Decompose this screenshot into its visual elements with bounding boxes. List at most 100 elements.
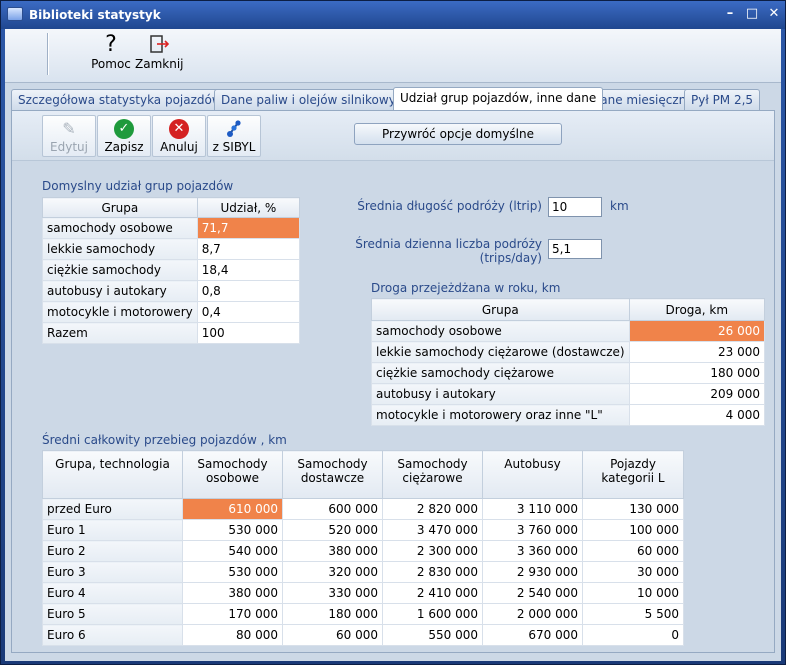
column-header: Pojazdy kategorii L [582,450,684,499]
mileage-cell[interactable]: 180 000 [282,603,383,625]
tab-vehicle-stats[interactable]: Szczegółowa statystyka pojazdów [11,89,229,110]
table-row[interactable]: samochody osobowe 26 000 [371,320,766,342]
close-icon[interactable]: ✕ [765,6,783,22]
mileage-cell[interactable]: 2 540 000 [482,582,583,604]
client-area: ? Pomoc Zamknij Szczegółowa statystyka p… [5,29,781,661]
table-row[interactable]: ciężkie samochody 18,4 [42,259,301,281]
trip-length-input[interactable]: 10 [548,197,602,217]
table-row[interactable]: przed Euro 610 000 600 000 2 820 000 3 1… [42,498,684,520]
mileage-cell[interactable]: 100 000 [582,519,684,541]
table-row[interactable]: samochody osobowe 71,7 [42,217,301,239]
mileage-cell[interactable]: 2 000 000 [482,603,583,625]
mileage-cell[interactable]: 2 300 000 [382,540,483,562]
tab-pm25[interactable]: Pył PM 2,5 [684,89,761,110]
mileage-cell[interactable]: 1 600 000 [382,603,483,625]
mileage-cell[interactable]: 10 000 [582,582,684,604]
mileage-cell[interactable]: 30 000 [582,561,684,583]
table-row[interactable]: Euro 2 540 000 380 000 2 300 000 3 360 0… [42,540,684,562]
distance-cell[interactable]: 4 000 [628,404,766,426]
share-cell[interactable]: 0,8 [196,280,301,302]
mileage-cell[interactable]: 540 000 [182,540,283,562]
table-row[interactable]: motocykle i motorowery 0,4 [42,301,301,323]
table-row[interactable]: Euro 4 380 000 330 000 2 410 000 2 540 0… [42,582,684,604]
mileage-cell[interactable]: 3 110 000 [482,498,583,520]
mileage-cell[interactable]: 670 000 [482,624,583,646]
mileage-cell[interactable]: 610 000 [182,498,283,520]
mileage-cell[interactable]: 0 [582,624,684,646]
row-label: Euro 3 [42,561,183,583]
table-row[interactable]: Euro 1 530 000 520 000 3 470 000 3 760 0… [42,519,684,541]
reset-defaults-button[interactable]: Przywróć opcje domyślne [354,123,562,145]
table-row[interactable]: motocykle i motorowery oraz inne "L" 4 00… [371,404,766,426]
cancel-button[interactable]: ✕ Anuluj [152,115,206,157]
mileage-cell[interactable]: 130 000 [582,498,684,520]
mileage-cell[interactable]: 380 000 [182,582,283,604]
pencil-icon: ✎ [62,119,76,138]
tab-vehicle-groups[interactable]: Udział grup pojazdów, inne dane [393,87,604,110]
mileage-cell[interactable]: 60 000 [282,624,383,646]
mileage-cell[interactable]: 170 000 [182,603,283,625]
mileage-cell[interactable]: 3 360 000 [482,540,583,562]
sibyl-button[interactable]: z SIBYL [207,115,261,157]
column-header: Samochody dostawcze [282,450,383,499]
row-label: Euro 5 [42,603,183,625]
trip-count-input[interactable]: 5,1 [548,239,602,259]
help-label: Pomoc [91,57,131,71]
close-button[interactable]: Zamknij [135,33,184,71]
distance-cell[interactable]: 26 000 [628,320,766,342]
mileage-cell[interactable]: 2 830 000 [382,561,483,583]
table-row[interactable]: autobusy i autokary 209 000 [371,383,766,405]
mileage-cell[interactable]: 520 000 [282,519,383,541]
table-row[interactable]: lekkie samochody 8,7 [42,238,301,260]
maximize-icon[interactable]: □ [743,6,761,22]
action-bar: ✎ Edytuj ✓ Zapisz ✕ Anuluj z SIBYL Przyw… [12,111,774,161]
mileage-cell[interactable]: 330 000 [282,582,383,604]
distance-section-title: Droga przejeżdżana w roku, km [371,281,561,295]
mileage-cell[interactable]: 2 930 000 [482,561,583,583]
mileage-cell[interactable]: 530 000 [182,561,283,583]
edit-label: Edytuj [50,140,88,154]
main-toolbar: ? Pomoc Zamknij [5,29,781,83]
share-cell[interactable]: 0,4 [196,301,301,323]
app-icon [7,7,23,21]
toolbar-grip [47,33,49,75]
edit-button[interactable]: ✎ Edytuj [42,115,96,157]
cancel-icon: ✕ [169,119,189,139]
distance-cell[interactable]: 180 000 [628,362,766,384]
exit-icon [135,33,183,57]
table-row[interactable]: ciężkie samochody ciężarowe 180 000 [371,362,766,384]
minimize-icon[interactable]: – [721,6,739,22]
mileage-cell[interactable]: 320 000 [282,561,383,583]
mileage-cell[interactable]: 550 000 [382,624,483,646]
mileage-cell[interactable]: 380 000 [282,540,383,562]
cancel-label: Anuluj [160,140,198,154]
molecule-icon [224,119,244,139]
title-bar[interactable]: Biblioteki statystyk – □ ✕ [1,1,785,29]
table-row[interactable]: lekkie samochody ciężarowe (dostawcze) 23… [371,341,766,363]
mileage-cell[interactable]: 600 000 [282,498,383,520]
distance-cell[interactable]: 209 000 [628,383,766,405]
row-label: ciężkie samochody ciężarowe [371,362,630,384]
mileage-cell[interactable]: 80 000 [182,624,283,646]
mileage-cell[interactable]: 60 000 [582,540,684,562]
tab-fuel-data[interactable]: Dane paliw i olejów silnikowych [214,89,418,110]
mileage-cell[interactable]: 2 820 000 [382,498,483,520]
row-label: autobusy i autokary [371,383,630,405]
table-row[interactable]: Euro 6 80 000 60 000 550 000 670 000 0 [42,624,684,646]
share-section-title: Domyslny udział grup pojazdów [42,179,234,193]
share-cell[interactable]: 8,7 [196,238,301,260]
mileage-cell[interactable]: 5 500 [582,603,684,625]
save-button[interactable]: ✓ Zapisz [97,115,151,157]
column-header: Autobusy [482,450,583,499]
distance-cell[interactable]: 23 000 [628,341,766,363]
mileage-cell[interactable]: 3 760 000 [482,519,583,541]
help-button[interactable]: ? Pomoc [91,33,131,72]
mileage-cell[interactable]: 530 000 [182,519,283,541]
share-cell[interactable]: 18,4 [196,259,301,281]
table-row[interactable]: Euro 5 170 000 180 000 1 600 000 2 000 0… [42,603,684,625]
table-row[interactable]: autobusy i autokary 0,8 [42,280,301,302]
mileage-cell[interactable]: 3 470 000 [382,519,483,541]
mileage-cell[interactable]: 2 410 000 [382,582,483,604]
share-cell[interactable]: 71,7 [196,217,301,239]
table-row[interactable]: Euro 3 530 000 320 000 2 830 000 2 930 0… [42,561,684,583]
